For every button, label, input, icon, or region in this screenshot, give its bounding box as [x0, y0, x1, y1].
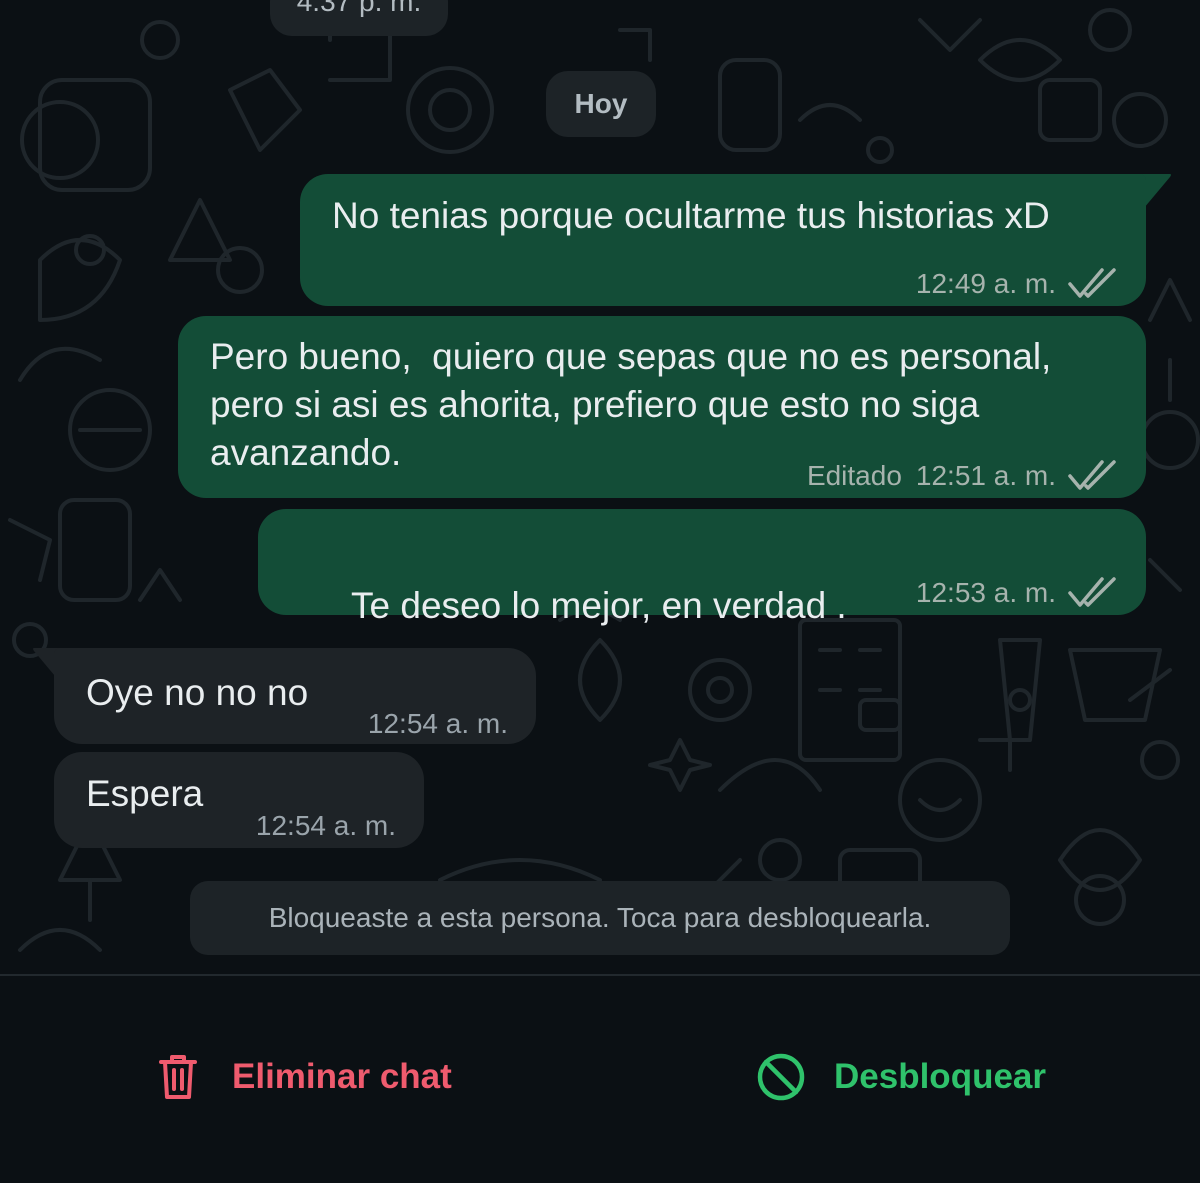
edited-label: Editado — [806, 460, 902, 491]
chat-area: 4:37 p. m. Hoy No tenias porque ocultarm… — [0, 0, 1200, 975]
double-check-icon — [1068, 268, 1116, 298]
incoming-message[interactable]: Oye no no no 12:54 a. m. — [54, 648, 536, 744]
message-meta: Editado 12:51 a. m. — [807, 452, 1120, 500]
blocked-notice[interactable]: Bloqueaste a esta persona. Toca para des… — [190, 881, 1010, 955]
message-text: No tenias porque ocultarme tus historias… — [332, 195, 1050, 236]
block-icon — [757, 1053, 805, 1101]
unblock-label: Desbloquear — [834, 1057, 1046, 1096]
message-meta: 12:53 a. m. — [916, 569, 1120, 617]
message-text: Oye no no no — [86, 672, 309, 713]
message-time: 12:54 a. m. — [367, 708, 508, 739]
message-text-line: Pero bueno, quiero que sepas que no es p… — [210, 336, 1052, 377]
message-text-content: Te deseo lo mejor, en verdad . — [351, 585, 847, 626]
incoming-message[interactable]: Espera 12:54 a. m. — [54, 752, 424, 848]
double-check-icon — [1068, 577, 1116, 607]
message-time: 12:51 a. m. — [915, 460, 1056, 491]
previous-timestamp: 4:37 p. m. — [270, 0, 448, 36]
message-time: 12:49 a. m. — [915, 268, 1056, 299]
outgoing-message[interactable]: Te deseo lo mejor, en verdad . 12:53 a. … — [258, 509, 1146, 726]
unblock-button[interactable]: Desbloquear — [756, 1050, 1046, 1104]
delete-chat-label: Eliminar chat — [232, 1057, 452, 1096]
outgoing-message[interactable]: Pero bueno, quiero que sepas que no es p… — [178, 316, 1146, 498]
outgoing-message[interactable]: No tenias porque ocultarme tus historias… — [300, 174, 1146, 306]
date-separator: Hoy — [546, 71, 656, 137]
message-time: 12:53 a. m. — [915, 577, 1056, 608]
trash-icon — [159, 1055, 197, 1099]
double-check-icon — [1068, 460, 1116, 490]
message-meta: 12:49 a. m. — [916, 260, 1120, 308]
message-meta: 12:54 a. m. — [368, 700, 508, 748]
message-text-line: pero si asi es ahorita, prefiero que est… — [210, 384, 980, 425]
message-time: 12:54 a. m. — [255, 810, 396, 841]
message-text: Espera — [86, 773, 204, 814]
message-meta: 12:54 a. m. — [256, 802, 396, 850]
message-text-line: avanzando. — [210, 432, 402, 473]
delete-chat-button[interactable]: Eliminar chat — [158, 1050, 452, 1104]
